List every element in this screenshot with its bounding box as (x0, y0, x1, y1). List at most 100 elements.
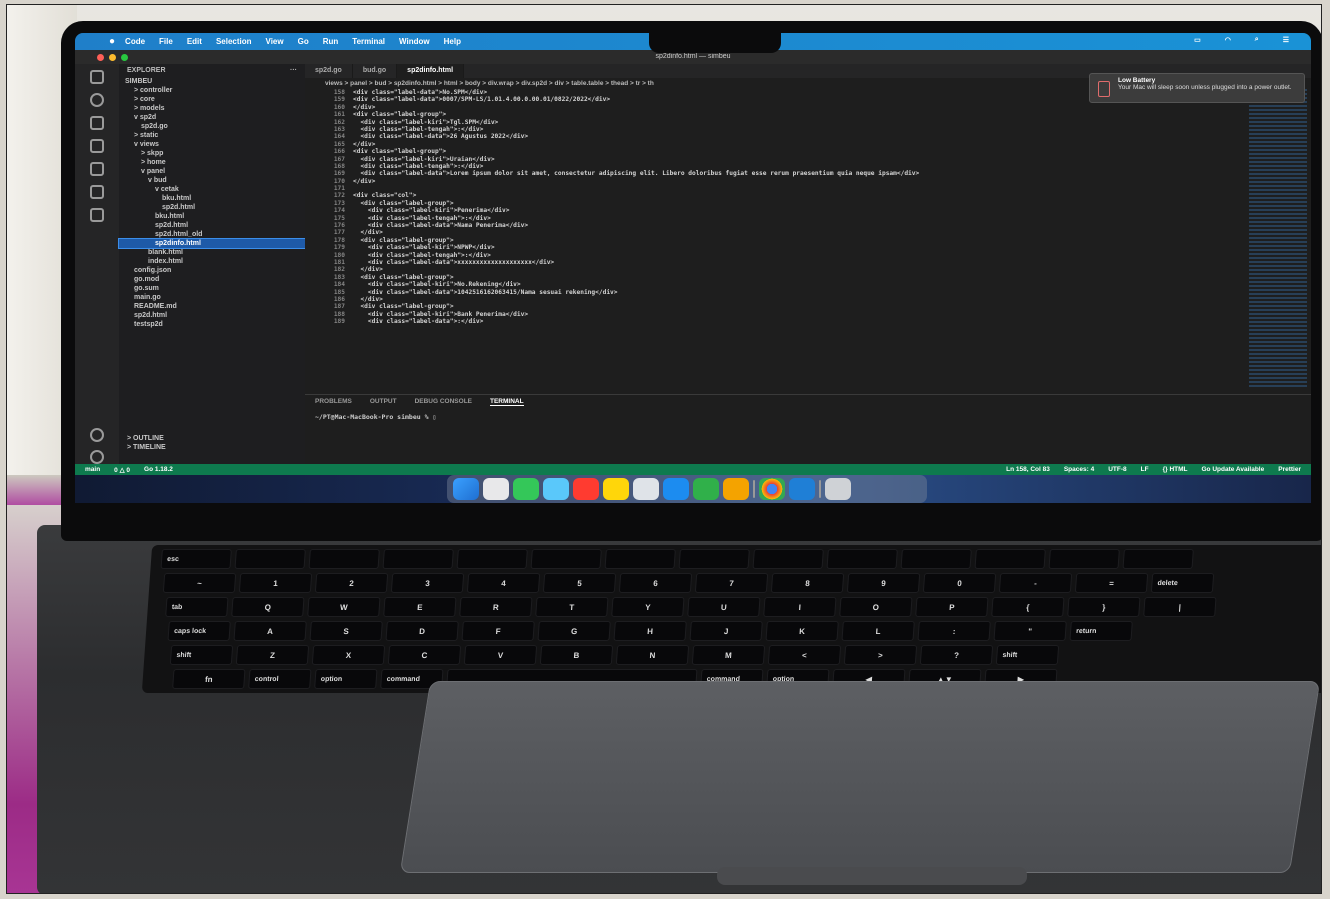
key[interactable]: C (387, 645, 462, 665)
mail-icon[interactable] (543, 478, 569, 500)
status-eol[interactable]: LF (1141, 466, 1149, 473)
menu-go[interactable]: Go (298, 37, 309, 46)
key[interactable]: delete (1150, 573, 1215, 593)
code-line[interactable]: <div class="label-data">26 Agustus 2022<… (353, 133, 1243, 140)
key[interactable]: { (991, 597, 1065, 617)
search-icon[interactable] (90, 93, 104, 107)
code-line[interactable]: <div class="label-group"> (353, 148, 1243, 155)
status-go-update[interactable]: Go Update Available (1202, 466, 1265, 473)
tab-sp2dinfo-html[interactable]: sp2dinfo.html (397, 64, 465, 78)
code-line[interactable]: <div class="label-group"> (353, 303, 1243, 310)
tree-item[interactable]: sp2d.html_old (119, 230, 305, 239)
code-line[interactable]: </div> (353, 296, 1243, 303)
key[interactable]: control (248, 669, 312, 689)
key[interactable] (1122, 549, 1194, 569)
tree-item[interactable]: main.go (119, 293, 305, 302)
chrome-icon[interactable] (759, 478, 785, 500)
code-line[interactable]: <div class="label-kiri">Uraian</div> (353, 156, 1243, 163)
menu-window[interactable]: Window (399, 37, 430, 46)
code-line[interactable]: <div class="label-group"> (353, 111, 1243, 118)
tree-item[interactable]: config.json (119, 266, 305, 275)
code-line[interactable]: <div class="label-kiri">Penerima</div> (353, 207, 1243, 214)
key[interactable]: T (535, 597, 609, 617)
tree-item[interactable]: blank.html (119, 248, 305, 257)
key[interactable]: option (314, 669, 378, 689)
code-lines[interactable]: <div class="label-data">No.SPM</div> <div… (353, 89, 1243, 326)
tree-item[interactable]: sp2d.html (119, 203, 305, 212)
key[interactable]: W (307, 597, 381, 617)
code-line[interactable]: <div class="label-kiri">Tgl.SPM</div> (353, 119, 1243, 126)
outline-section[interactable]: > OUTLINE (127, 434, 166, 443)
tree-item[interactable]: > home (119, 158, 305, 167)
key[interactable] (530, 549, 602, 569)
tree-item[interactable]: v views (119, 140, 305, 149)
key[interactable]: 8 (770, 573, 845, 593)
key[interactable]: B (539, 645, 614, 665)
key[interactable]: D (385, 621, 459, 641)
code-line[interactable]: <div class="col"> (353, 192, 1243, 199)
code-line[interactable]: <div class="label-data">:</div> (353, 318, 1243, 325)
close-window-button[interactable] (97, 54, 104, 61)
pages-icon[interactable] (723, 478, 749, 500)
key[interactable]: shift (169, 645, 234, 665)
key[interactable]: = (1074, 573, 1149, 593)
tab-sp2d-go[interactable]: sp2d.go (305, 64, 353, 78)
tree-item[interactable]: v bud (119, 176, 305, 185)
trash-icon[interactable] (825, 478, 851, 500)
tree-item[interactable]: > controller (119, 86, 305, 95)
key[interactable]: H (613, 621, 687, 641)
status-problems[interactable]: 0 △ 0 (114, 466, 130, 474)
key[interactable] (678, 549, 750, 569)
tree-item[interactable]: > static (119, 131, 305, 140)
code-line[interactable]: </div> (353, 104, 1243, 111)
notes-icon[interactable] (603, 478, 629, 500)
keyboard[interactable]: esc ~1 2 3 4 5 6 7 8 9 0- = delete tab Q W E R T Y U I O P{} | ca… (141, 545, 1321, 693)
reminders-icon[interactable] (633, 478, 659, 500)
run-debug-icon[interactable] (90, 139, 104, 153)
messages-icon[interactable] (513, 478, 539, 500)
key[interactable]: G (537, 621, 611, 641)
tree-item[interactable]: > models (119, 104, 305, 113)
wifi-icon[interactable]: ◠ (1225, 36, 1231, 44)
tree-item[interactable]: v cetak (119, 185, 305, 194)
search-icon[interactable]: ⌕ (1255, 36, 1259, 44)
key[interactable]: K (765, 621, 839, 641)
key[interactable]: 1 (238, 573, 313, 593)
key[interactable] (826, 549, 898, 569)
menu-edit[interactable]: Edit (187, 37, 202, 46)
key[interactable]: 2 (314, 573, 389, 593)
key[interactable]: fn (172, 669, 246, 689)
key[interactable] (900, 549, 972, 569)
testing-icon[interactable] (90, 208, 104, 222)
key[interactable]: O (839, 597, 913, 617)
key[interactable]: P (915, 597, 989, 617)
menu-terminal[interactable]: Terminal (352, 37, 385, 46)
code-line[interactable] (353, 185, 1243, 192)
key[interactable]: F (461, 621, 535, 641)
code-line[interactable]: </div> (353, 141, 1243, 148)
key[interactable]: 3 (390, 573, 465, 593)
timeline-section[interactable]: > TIMELINE (127, 443, 166, 452)
key[interactable]: J (689, 621, 763, 641)
tab-debug-console[interactable]: DEBUG CONSOLE (415, 398, 472, 406)
tree-item[interactable]: v sp2d (119, 113, 305, 122)
key[interactable]: ~ (162, 573, 237, 593)
vscode-icon[interactable] (789, 478, 815, 500)
key[interactable] (308, 549, 380, 569)
key[interactable] (382, 549, 454, 569)
menu-selection[interactable]: Selection (216, 37, 252, 46)
low-battery-notification[interactable]: Low Battery Your Mac will sleep soon unl… (1089, 73, 1305, 103)
menu-help[interactable]: Help (444, 37, 461, 46)
key[interactable]: 9 (846, 573, 921, 593)
tree-item[interactable]: sp2d.html (119, 311, 305, 320)
key[interactable] (234, 549, 306, 569)
tree-item[interactable]: go.sum (119, 284, 305, 293)
code-line[interactable]: <div class="label-kiri">Bank Penerima</d… (353, 311, 1243, 318)
app-store-icon[interactable] (663, 478, 689, 500)
code-line[interactable]: <div class="label-tengah">:</div> (353, 215, 1243, 222)
code-line[interactable]: </div> (353, 266, 1243, 273)
explorer-icon[interactable] (90, 70, 104, 84)
key[interactable]: A (233, 621, 307, 641)
finder-icon[interactable] (453, 478, 479, 500)
menu-file[interactable]: File (159, 37, 173, 46)
